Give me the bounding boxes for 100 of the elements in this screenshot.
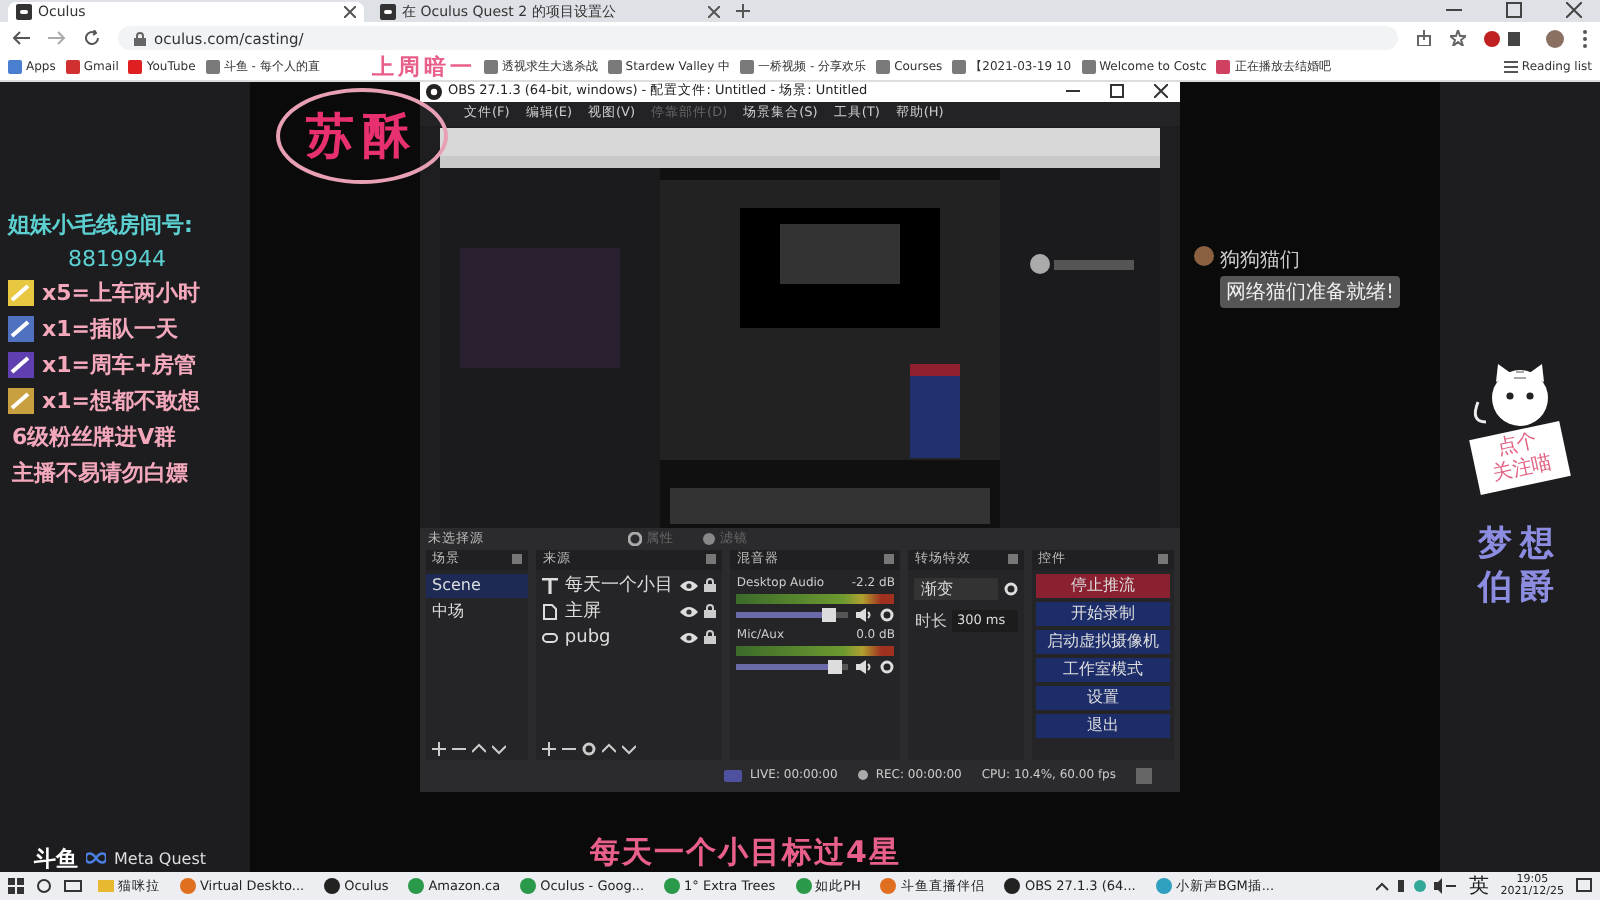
app-icon — [324, 878, 341, 894]
app-icon — [1004, 878, 1021, 894]
back-arrow-icon[interactable] — [12, 30, 30, 47]
gear-icon[interactable] — [1003, 581, 1018, 596]
favicon-icon — [483, 60, 498, 75]
gift-rule: x1=想都不敢想 — [42, 385, 200, 416]
lock-icon — [134, 31, 146, 46]
favicon-icon — [128, 60, 143, 75]
room-number: 8819944 — [66, 245, 168, 272]
record-dot-icon — [857, 770, 868, 781]
gear-icon[interactable] — [880, 607, 895, 622]
gear-icon — [628, 531, 642, 546]
note-text: 6级粉丝牌进V群 — [10, 421, 179, 452]
app-icon — [520, 878, 537, 894]
move-down-icon[interactable] — [622, 742, 637, 756]
plus-icon[interactable] — [542, 742, 557, 756]
minus-icon[interactable] — [562, 742, 577, 756]
control-button[interactable]: 启动虚拟摄像机 — [1035, 629, 1170, 654]
reload-icon[interactable] — [84, 30, 100, 47]
favicon-icon — [1081, 60, 1096, 75]
sign-card: 点个 关注喵 — [1469, 420, 1571, 495]
duration-label: 时长 — [914, 609, 947, 632]
streamer-name: 伯爵 — [1478, 565, 1562, 610]
task-view-icon[interactable] — [64, 878, 82, 894]
lock-icon[interactable] — [704, 578, 717, 593]
name-caption: 苏酥 — [276, 88, 448, 184]
transition-dropdown[interactable]: 渐变 — [914, 577, 998, 600]
close-icon[interactable] — [1154, 84, 1168, 99]
control-button[interactable]: 开始录制 — [1035, 601, 1170, 626]
status-square-icon — [1136, 767, 1152, 784]
scene-item[interactable]: 中场 — [426, 599, 529, 624]
brand-text: Meta Quest — [114, 849, 206, 867]
gear-icon[interactable] — [880, 659, 895, 674]
windows-logo-icon[interactable] — [8, 878, 24, 894]
favicon-icon — [876, 60, 891, 75]
camera-icon — [542, 629, 559, 646]
search-icon[interactable] — [36, 878, 52, 894]
lock-icon[interactable] — [704, 630, 717, 645]
close-icon[interactable] — [708, 5, 720, 18]
control-button[interactable]: 停止推流 — [1035, 573, 1170, 598]
file-icon — [542, 603, 559, 620]
app-icon — [180, 878, 196, 894]
volume-slider[interactable] — [736, 663, 849, 670]
speaker-icon[interactable] — [856, 659, 873, 674]
caption-text: 上周暗一 — [372, 54, 476, 80]
menu-icon[interactable] — [1582, 29, 1588, 48]
close-icon[interactable] — [1566, 2, 1582, 19]
avatar-icon — [1194, 245, 1214, 266]
grid-icon — [8, 60, 22, 75]
eye-icon[interactable] — [680, 579, 699, 592]
streamer-name: 梦想 — [1478, 521, 1562, 566]
app-icon — [880, 878, 897, 894]
chat-message: 网络猫们准备就绪! — [1220, 275, 1401, 308]
control-button[interactable]: 设置 — [1035, 685, 1170, 710]
app-icon — [408, 878, 425, 894]
speaker-icon[interactable] — [856, 607, 873, 622]
share-icon[interactable] — [1416, 30, 1432, 47]
eye-icon[interactable] — [680, 605, 699, 618]
minus-icon[interactable] — [452, 742, 466, 756]
source-item[interactable]: pubg — [564, 627, 675, 648]
avatar-icon[interactable] — [1546, 29, 1564, 48]
favicon-icon — [952, 60, 967, 75]
lock-icon[interactable] — [704, 604, 717, 619]
control-button[interactable]: 退出 — [1035, 713, 1170, 738]
chat-username: 狗狗猫们 — [1220, 247, 1302, 274]
text-icon — [542, 577, 559, 594]
room-title: 姐妹小毛线房间号: — [8, 209, 195, 240]
scene-item[interactable]: Scene — [426, 573, 529, 598]
source-item[interactable]: 主屏 — [564, 598, 675, 625]
app-icon — [1155, 878, 1172, 894]
live-icon — [723, 769, 742, 782]
tray-icons-drawing — [1376, 878, 1457, 894]
maximize-icon[interactable] — [1110, 84, 1124, 99]
move-up-icon[interactable] — [472, 742, 486, 756]
close-icon[interactable] — [344, 5, 356, 18]
list-icon — [1503, 60, 1518, 75]
gear-icon[interactable] — [582, 742, 597, 756]
volume-slider[interactable] — [736, 611, 849, 618]
favicon-icon — [740, 60, 755, 75]
favicon-icon — [607, 60, 622, 75]
source-item[interactable]: 每天一个小目 — [564, 572, 675, 599]
move-down-icon[interactable] — [492, 742, 506, 756]
input-method-indicator[interactable]: 英 — [1468, 872, 1489, 900]
gift-rule: x5=上车两小时 — [42, 277, 200, 308]
notification-icon[interactable] — [1576, 878, 1592, 894]
maximize-icon[interactable] — [1506, 2, 1522, 19]
eye-icon[interactable] — [680, 631, 699, 644]
favicon-icon — [205, 60, 220, 75]
new-tab-icon[interactable] — [736, 3, 750, 18]
move-up-icon[interactable] — [602, 742, 617, 756]
app-icon — [795, 878, 812, 894]
note-text: 主播不易请勿白嫖 — [10, 457, 190, 488]
plus-icon[interactable] — [432, 742, 446, 756]
folder-icon — [98, 878, 114, 894]
star-icon[interactable] — [1450, 30, 1466, 47]
favicon-icon — [65, 60, 80, 75]
infinity-icon — [86, 852, 106, 864]
gift-rule: x1=周车+房管 — [42, 349, 197, 380]
favicon-icon — [1216, 60, 1231, 75]
control-button[interactable]: 工作室模式 — [1035, 657, 1170, 682]
